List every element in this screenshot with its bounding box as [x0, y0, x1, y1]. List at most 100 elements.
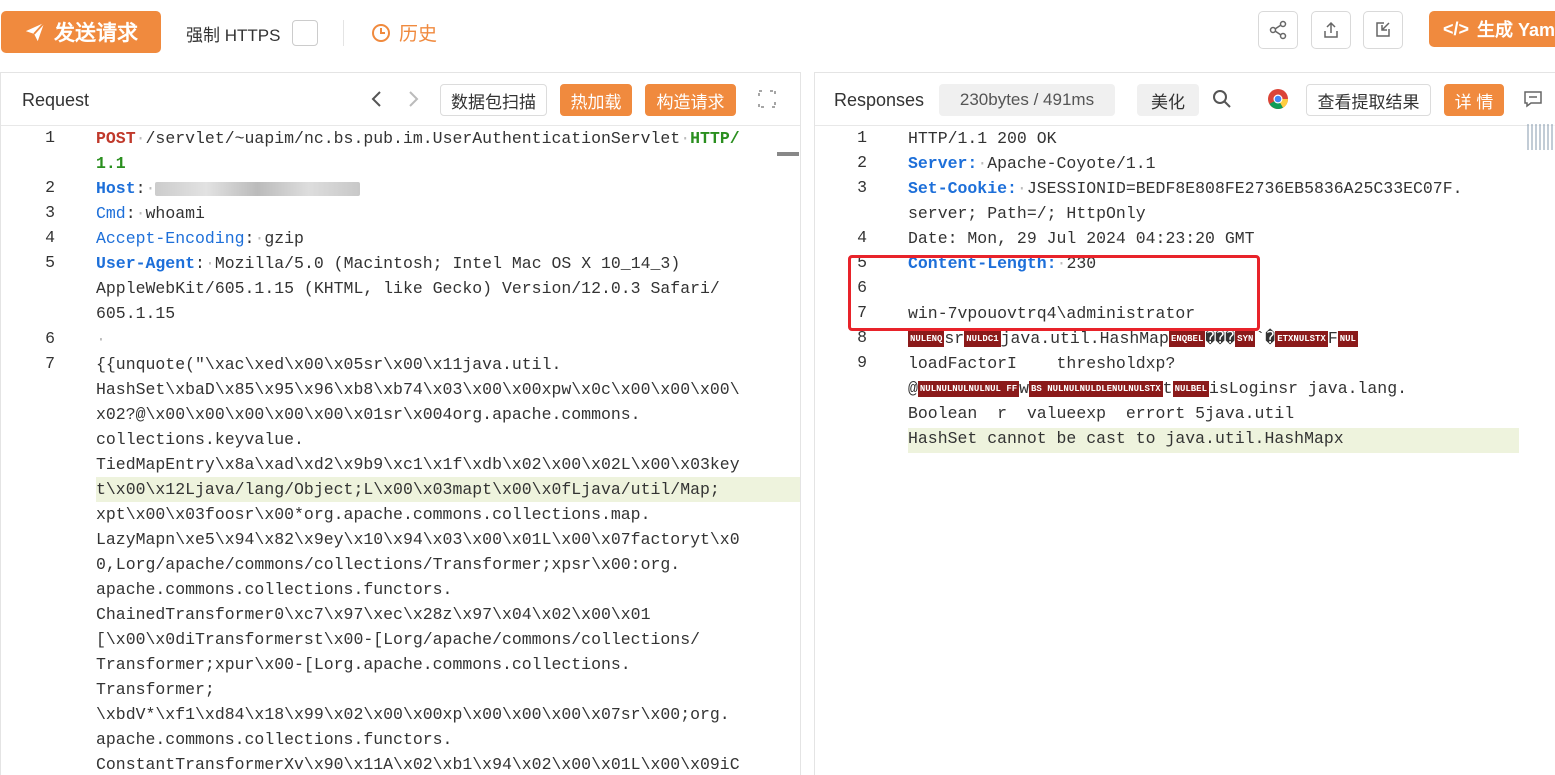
body-line: xpt\x00\x03foosr\x00*org.apache.commons.… — [96, 505, 651, 524]
body-line: ConstantTransformerXv\x90\x11A\x02\xb1\x… — [96, 755, 740, 774]
header-value-wrap: AppleWebKit/605.1.15 (KHTML, like Gecko)… — [96, 279, 720, 298]
http-version-cont: 1.1 — [96, 154, 126, 173]
header-value: Mozilla/5.0 (Macintosh; Intel Mac OS X 1… — [214, 254, 681, 273]
line-number: 5 — [45, 253, 55, 272]
header-server: Server:·Apache-Coyote/1.1 — [908, 154, 1156, 173]
header-key: Server: — [908, 154, 978, 173]
request-editor[interactable]: 1 2 3 4 5 6 7 POST·/servlet/~uapim/nc.bs… — [1, 126, 800, 775]
body-line: \xbdV*\xf1\xd84\x18\x99\x02\x00\x00xp\x0… — [96, 705, 730, 724]
header-date: Date: Mon, 29 Jul 2024 04:23:20 GMT — [908, 229, 1255, 248]
body-line: HashSet\xbaD\x85\x95\x96\xb8\xb74\x03\x0… — [96, 380, 740, 399]
line-number: 6 — [45, 329, 55, 348]
generate-yaml-label: 生成 Yaml — [1477, 20, 1555, 40]
line-number: 2 — [857, 153, 867, 172]
line-number: 3 — [857, 178, 867, 197]
http-version: HTTP/ — [690, 129, 740, 148]
clock-icon — [372, 23, 390, 42]
view-extract-button[interactable]: 查看提取结果 — [1306, 84, 1431, 116]
binary-line: @ NULNULNULNULNUL FF w BS NULNULNULDLENULNU… — [908, 379, 1408, 398]
response-size-badge: 230bytes / 491ms — [939, 84, 1115, 116]
header-value: Apache-Coyote/1.1 — [987, 154, 1156, 173]
header-key: Host — [96, 179, 136, 198]
import-button[interactable] — [1363, 11, 1403, 49]
history-button[interactable]: 历史 — [371, 19, 437, 46]
force-https-checkbox[interactable] — [292, 20, 318, 46]
body-line: apache.commons.collections.functors. — [96, 730, 453, 749]
line-number: 7 — [45, 354, 55, 373]
upload-icon — [1324, 21, 1338, 38]
header-accept-encoding: Accept-Encoding:·gzip — [96, 229, 304, 248]
line-number: 2 — [45, 178, 55, 197]
body-line: Transformer; — [96, 680, 215, 699]
detail-button[interactable]: 详 情 — [1444, 84, 1504, 116]
send-request-button[interactable]: 发送请求 — [1, 11, 161, 53]
binary-line: loadFactorI thresholdxp? — [908, 351, 1175, 376]
header-value: whoami — [145, 204, 205, 223]
body-line: ChainedTransformer0\xc7\x97\xec\x28z\x97… — [96, 605, 651, 624]
fullscreen-icon[interactable] — [756, 88, 778, 110]
search-icon[interactable] — [1210, 88, 1234, 110]
beautify-button[interactable]: 美化 — [1137, 84, 1199, 116]
chevron-left-icon[interactable] — [366, 88, 388, 110]
status-line: HTTP/1.1 200 OK — [908, 129, 1057, 148]
request-line: POST·/servlet/~uapim/nc.bs.pub.im.UserAu… — [96, 129, 740, 148]
force-https-label: 强制 HTTPS — [186, 26, 281, 45]
blank-line-marker: · — [96, 330, 106, 349]
send-icon — [25, 22, 45, 42]
header-set-cookie: Set-Cookie:·JSESSIONID=BEDF8E808FE2736EB… — [908, 179, 1463, 198]
line-number: 3 — [45, 203, 55, 222]
body-line: collections.keyvalue. — [96, 430, 304, 449]
highlight-annotation-box — [848, 255, 1260, 331]
http-method: POST — [96, 129, 136, 148]
request-title: Request — [22, 90, 90, 110]
body-line: t\x00\x12Ljava/lang/Object;L\x00\x03mapt… — [96, 480, 720, 499]
header-key: User-Agent — [96, 254, 196, 273]
request-panel: Request 数据包扫描 热加载 构造请求 1 2 3 4 5 6 7 POS… — [0, 72, 801, 775]
chrome-icon[interactable] — [1266, 88, 1290, 110]
body-line: 0,Lorg/apache/commons/collections/Transf… — [96, 555, 681, 574]
line-number: 1 — [857, 128, 867, 147]
header-value-wrap: server; Path=/; HttpOnly — [908, 204, 1146, 223]
download-box-icon — [1376, 22, 1390, 37]
response-title: Responses — [834, 90, 925, 110]
header-value-wrap: 605.1.15 — [96, 304, 176, 323]
header-value: JSESSIONID=BEDF8E808FE2736EB5836A25C33EC… — [1026, 179, 1463, 198]
body-line: Transformer;xpur\x00-[Lorg.apache.common… — [96, 655, 631, 674]
body-line: TiedMapEntry\x8a\xad\xd2\x9b9\xc1\x1f\xd… — [96, 455, 740, 474]
line-number: 1 — [45, 128, 55, 147]
body-line: apache.commons.collections.functors. — [96, 580, 453, 599]
redacted-host — [155, 181, 361, 196]
send-request-label: 发送请求 — [54, 22, 138, 45]
hot-load-button[interactable]: 热加载 — [560, 84, 632, 116]
header-user-agent: User-Agent:·Mozilla/5.0 (Macintosh; Inte… — [96, 254, 681, 273]
history-label: 历史 — [399, 24, 438, 45]
header-key: Accept-Encoding — [96, 229, 245, 248]
body-line: LazyMapn\xe5\x94\x82\x9ey\x10\x94\x03\x0… — [96, 530, 740, 549]
body-line: x02?@\x00\x00\x00\x00\x00\x01sr\x004org.… — [96, 405, 641, 424]
binary-text: java.util.HashMap — [1000, 329, 1169, 348]
packet-scan-button[interactable]: 数据包扫描 — [440, 84, 547, 116]
share-icon — [1269, 20, 1287, 40]
share-button[interactable] — [1258, 11, 1298, 49]
body-line: [\x00\x0diTransformerst\x00-[Lorg/apache… — [96, 630, 700, 649]
header-key: Set-Cookie: — [908, 179, 1017, 198]
qr-code-icon[interactable] — [1527, 124, 1555, 150]
request-header: Request 数据包扫描 热加载 构造请求 — [1, 73, 800, 126]
scrollbar-marker[interactable] — [777, 152, 799, 156]
request-path: /servlet/~uapim/nc.bs.pub.im.UserAuthent… — [145, 129, 681, 148]
response-viewer[interactable]: 1 2 3 4 5 6 7 8 9 HTTP/1.1 200 OK Server… — [815, 126, 1555, 775]
line-number: 4 — [45, 228, 55, 247]
error-text: HashSet cannot be cast to java.util.Hash… — [908, 429, 1344, 448]
export-button[interactable] — [1311, 11, 1351, 49]
comment-icon[interactable] — [1521, 88, 1545, 110]
build-request-button[interactable]: 构造请求 — [645, 84, 736, 116]
header-cmd: Cmd:·whoami — [96, 204, 205, 223]
response-panel: Responses 230bytes / 491ms 美化 查看提取结果 详 情… — [814, 72, 1555, 775]
chevron-right-icon[interactable] — [402, 88, 424, 110]
header-host: Host:· — [96, 176, 361, 201]
divider — [343, 20, 344, 46]
response-header: Responses 230bytes / 491ms 美化 查看提取结果 详 情 — [815, 73, 1555, 126]
generate-yaml-button[interactable]: </> 生成 Yaml — [1429, 11, 1555, 47]
binary-text: loadFactorI thresholdxp? — [908, 354, 1176, 373]
line-number: 9 — [857, 353, 867, 372]
